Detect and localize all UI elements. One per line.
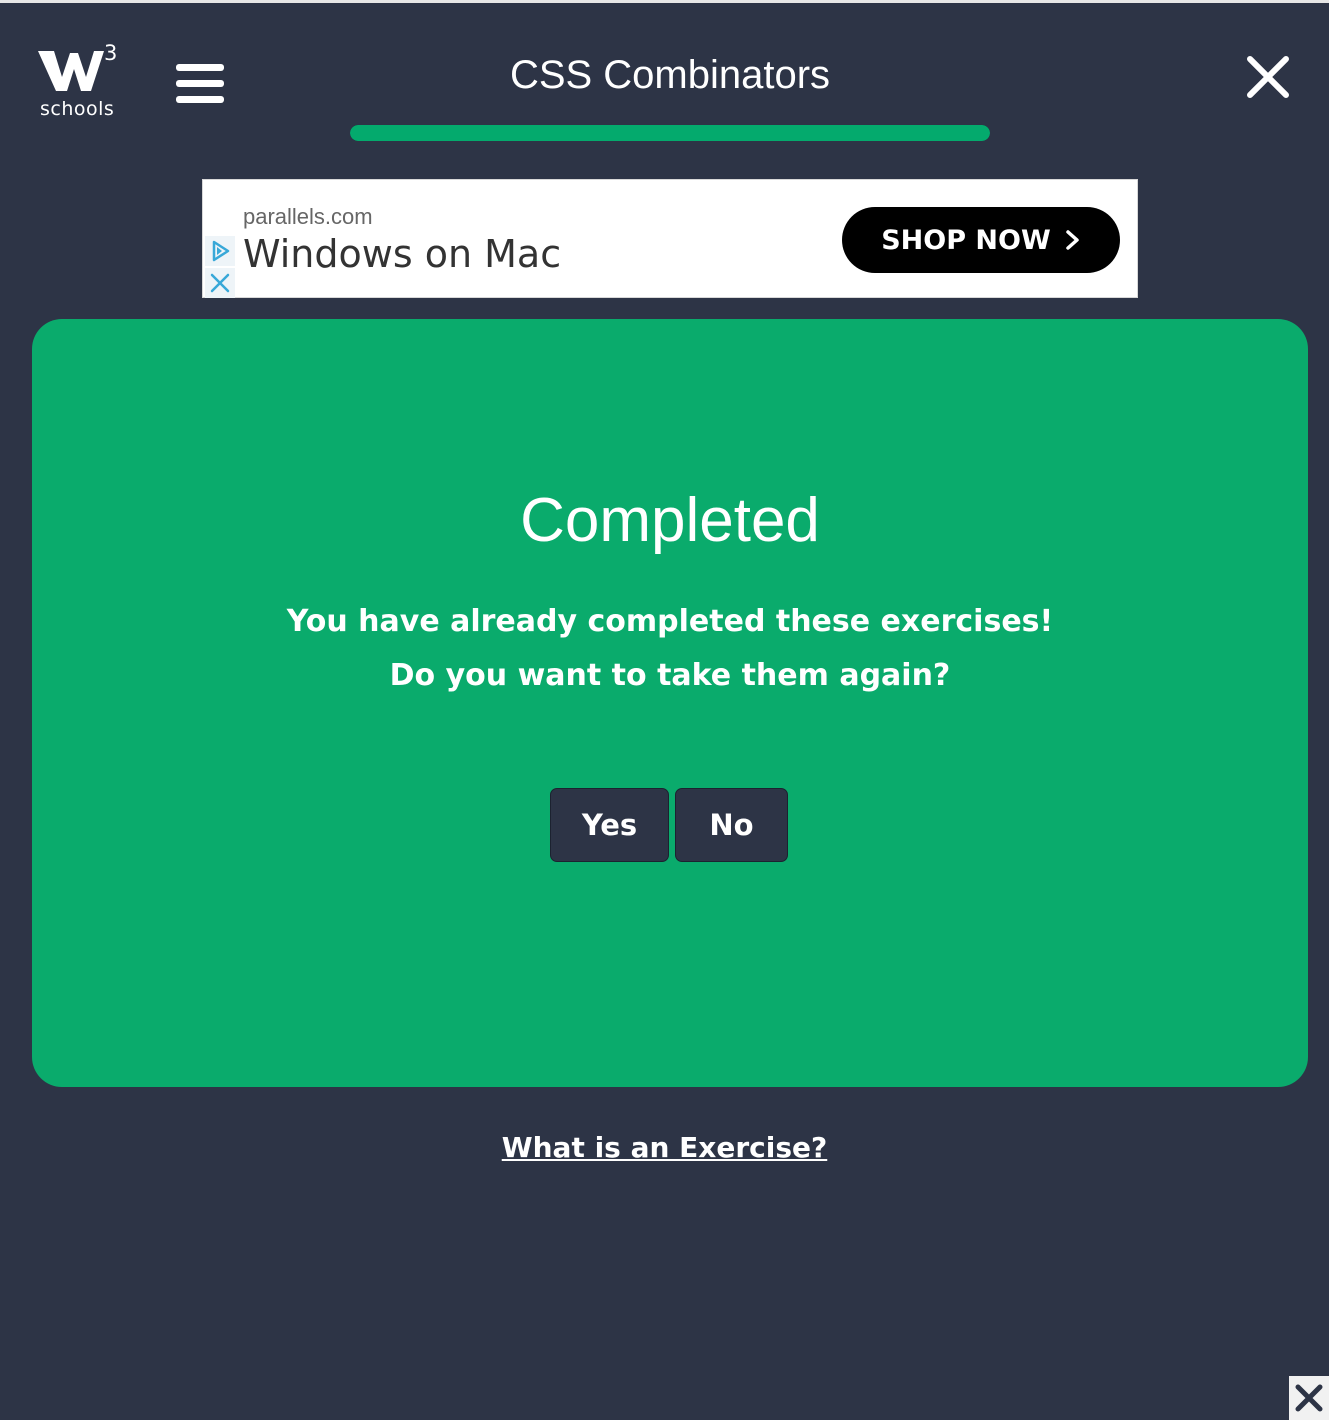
page-title: CSS Combinators [509, 53, 831, 97]
completed-message: You have already completed these exercis… [32, 595, 1308, 703]
shop-now-button[interactable]: SHOP NOW [842, 207, 1120, 273]
ad-domain: parallels.com [243, 204, 373, 229]
ad-choices-icon[interactable] [205, 236, 235, 266]
shop-now-label: SHOP NOW [881, 224, 1051, 256]
menu-bar [176, 64, 224, 71]
logo-wordmark: schools [40, 98, 115, 120]
no-button[interactable]: No [675, 788, 788, 862]
what-is-exercise-link[interactable]: What is an Exercise? [502, 1131, 828, 1164]
menu-bar [176, 80, 224, 87]
exercise-page: 3 schools CSS Combinators parallels.com … [0, 3, 1329, 1420]
w3schools-logo[interactable]: 3 schools [38, 41, 122, 125]
yes-button[interactable]: Yes [550, 788, 669, 862]
progress-fill [350, 125, 990, 141]
ad-banner[interactable]: parallels.com Windows on Mac SHOP NOW [202, 179, 1138, 298]
progress-bar [350, 125, 990, 141]
logo-superscript: 3 [104, 41, 118, 65]
close-icon[interactable] [1244, 53, 1292, 101]
completed-message-line-2: Do you want to take them again? [389, 658, 951, 693]
completed-heading: Completed [520, 486, 820, 555]
ad-headline[interactable]: Windows on Mac [243, 232, 561, 276]
ad-close-icon[interactable] [205, 268, 235, 298]
hamburger-menu-icon[interactable] [176, 64, 224, 104]
confirm-buttons: Yes No [550, 788, 788, 862]
corner-close-icon[interactable] [1289, 1376, 1329, 1420]
w3-logo-mark-icon [38, 51, 104, 91]
chevron-right-icon [1066, 230, 1079, 250]
what-is-exercise-container: What is an Exercise? [0, 1131, 1329, 1164]
completed-message-line-1: You have already completed these exercis… [286, 604, 1054, 639]
completed-card: Completed You have already completed the… [32, 319, 1308, 1087]
menu-bar [176, 96, 224, 103]
